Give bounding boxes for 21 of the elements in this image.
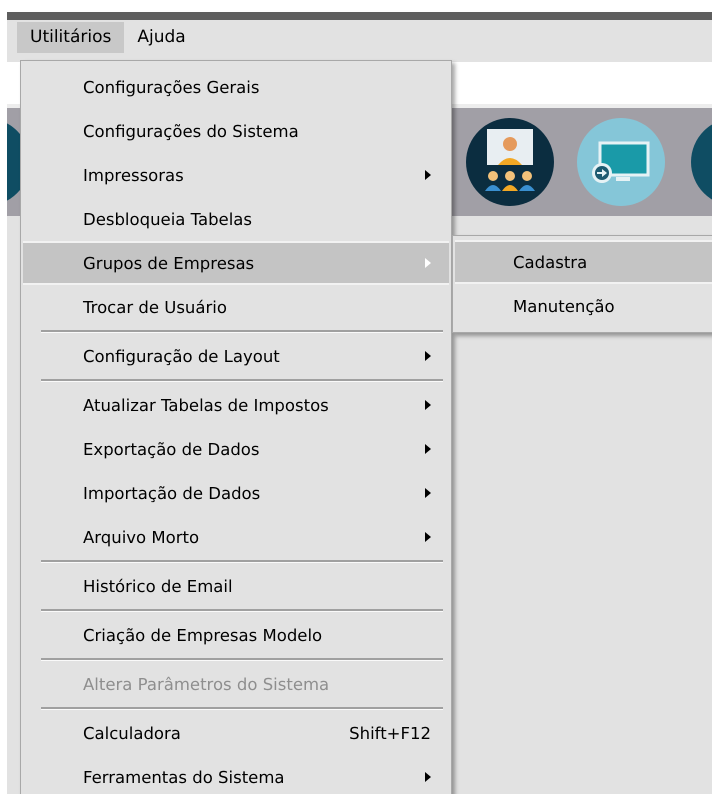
menu-item[interactable]: Configuração de Layout [23, 334, 449, 378]
menu-item[interactable]: Cadastra [455, 240, 712, 284]
presentation-icon[interactable] [465, 117, 555, 207]
menu-item[interactable]: Importação de Dados [23, 471, 449, 515]
menu-item[interactable]: Configurações do Sistema [23, 109, 449, 153]
menu-item[interactable]: Criação de Empresas Modelo [23, 613, 449, 657]
menu-item[interactable]: Grupos de Empresas [23, 241, 449, 285]
menu-item[interactable]: Impressoras [23, 153, 449, 197]
menu-item[interactable]: Histórico de Email [23, 564, 449, 608]
menu-item[interactable]: Arquivo Morto [23, 515, 449, 559]
menu-item[interactable]: Manutenção [455, 284, 712, 328]
menu-item[interactable]: Trocar de Usuário [23, 285, 449, 329]
menu-item[interactable]: Configurações Gerais [23, 65, 449, 109]
menu-item[interactable]: Calculadora Shift+F12 [23, 711, 449, 755]
menu-bar-item[interactable]: Ajuda [124, 22, 199, 53]
menu-bar-item[interactable]: Utilitários [17, 22, 124, 53]
monitor-icon[interactable] [576, 117, 666, 207]
menu-item[interactable]: Ferramentas do Sistema [23, 755, 449, 794]
menu-item[interactable]: Desbloqueia Tabelas [23, 197, 449, 241]
menu-item[interactable]: Exportação de Dados [23, 427, 449, 471]
menu-item[interactable]: Atualizar Tabelas de Impostos [23, 383, 449, 427]
